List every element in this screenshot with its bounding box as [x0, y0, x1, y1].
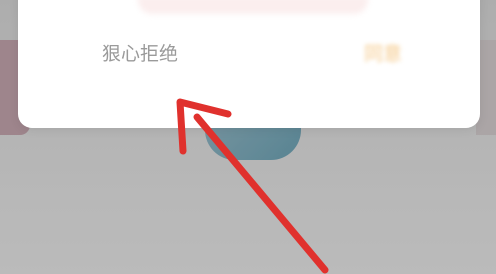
accept-button[interactable]: 同意	[323, 32, 443, 72]
reject-button[interactable]: 狠心拒绝	[86, 32, 206, 72]
app-screen: 狠心拒绝 同意	[0, 0, 496, 274]
dialog-content-area	[138, 0, 368, 14]
permission-dialog: 狠心拒绝 同意	[18, 0, 480, 128]
